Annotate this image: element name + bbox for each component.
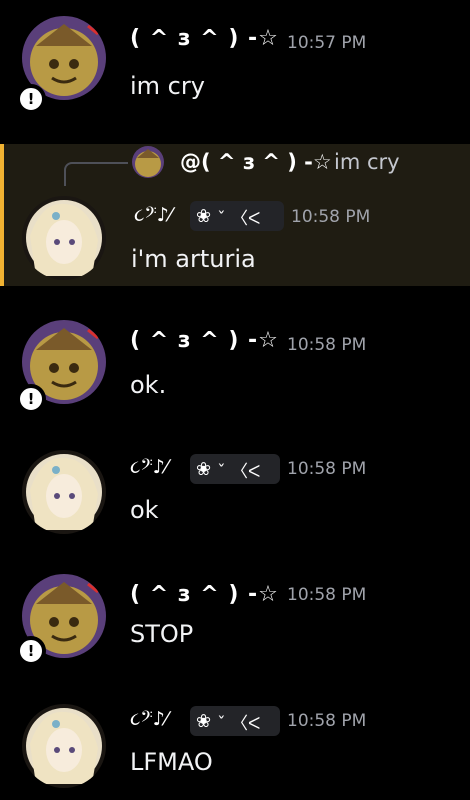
message-text: i'm arturia: [131, 245, 256, 273]
server-tag-text: ˇ 〈ᐸ: [217, 713, 261, 734]
message-text: ok.: [130, 371, 167, 399]
server-tag[interactable]: ❀ ˇ 〈ᐸ: [190, 201, 284, 231]
server-tag[interactable]: ❀ ˇ 〈ᐸ: [190, 706, 280, 736]
status-badge: !: [16, 636, 46, 666]
server-tag-text: ˇ 〈ᐸ: [217, 461, 261, 482]
username[interactable]: ( ^ з ^ ) -☆: [130, 582, 279, 607]
avatar-user-b[interactable]: [22, 196, 106, 280]
timestamp: 10:58 PM: [287, 585, 367, 605]
reply-connector: [64, 162, 128, 186]
status-badge: !: [16, 384, 46, 414]
message-item[interactable]: ! ( ^ з ^ ) -☆ 10:58 PM ok.: [0, 310, 470, 430]
message-item[interactable]: ! ( ^ з ^ ) -☆ 10:57 PM im cry: [0, 0, 470, 140]
timestamp: 10:58 PM: [291, 207, 371, 227]
username[interactable]: ૮𝄢♪⁄: [130, 456, 168, 478]
timestamp: 10:58 PM: [287, 335, 367, 355]
reply-preview-text[interactable]: im cry: [334, 150, 400, 174]
avatar-user-b[interactable]: [22, 704, 106, 788]
username[interactable]: ૮𝄢♪⁄: [134, 204, 172, 226]
flower-icon: ❀: [196, 458, 212, 480]
avatar-user-b[interactable]: [22, 450, 106, 534]
message-text: ok: [130, 496, 159, 524]
message-item[interactable]: ૮𝄢♪⁄ ❀ ˇ 〈ᐸ 10:58 PM ok: [0, 436, 470, 556]
username[interactable]: ( ^ з ^ ) -☆: [130, 26, 279, 51]
flower-icon: ❀: [196, 710, 212, 732]
timestamp: 10:57 PM: [287, 33, 367, 53]
message-item[interactable]: ૮𝄢♪⁄ ❀ ˇ 〈ᐸ 10:58 PM LFMAO: [0, 690, 470, 800]
message-text: LFMAO: [130, 748, 213, 776]
message-text: STOP: [130, 620, 194, 648]
flower-icon: ❀: [196, 205, 212, 227]
server-tag[interactable]: ❀ ˇ 〈ᐸ: [190, 454, 280, 484]
server-tag-text: ˇ 〈ᐸ: [217, 208, 261, 229]
status-badge: !: [16, 84, 46, 114]
username[interactable]: ( ^ з ^ ) -☆: [130, 328, 279, 353]
message-item-highlighted[interactable]: @( ^ з ^ ) -☆ im cry ૮𝄢♪⁄ ❀ ˇ 〈ᐸ 10:58 P…: [0, 144, 470, 286]
message-text: im cry: [130, 72, 205, 100]
timestamp: 10:58 PM: [287, 711, 367, 731]
timestamp: 10:58 PM: [287, 459, 367, 479]
message-item[interactable]: ! ( ^ з ^ ) -☆ 10:58 PM STOP: [0, 562, 470, 686]
reply-mention[interactable]: @( ^ з ^ ) -☆: [180, 150, 332, 174]
reply-avatar[interactable]: [132, 146, 164, 178]
username[interactable]: ૮𝄢♪⁄: [130, 708, 168, 730]
